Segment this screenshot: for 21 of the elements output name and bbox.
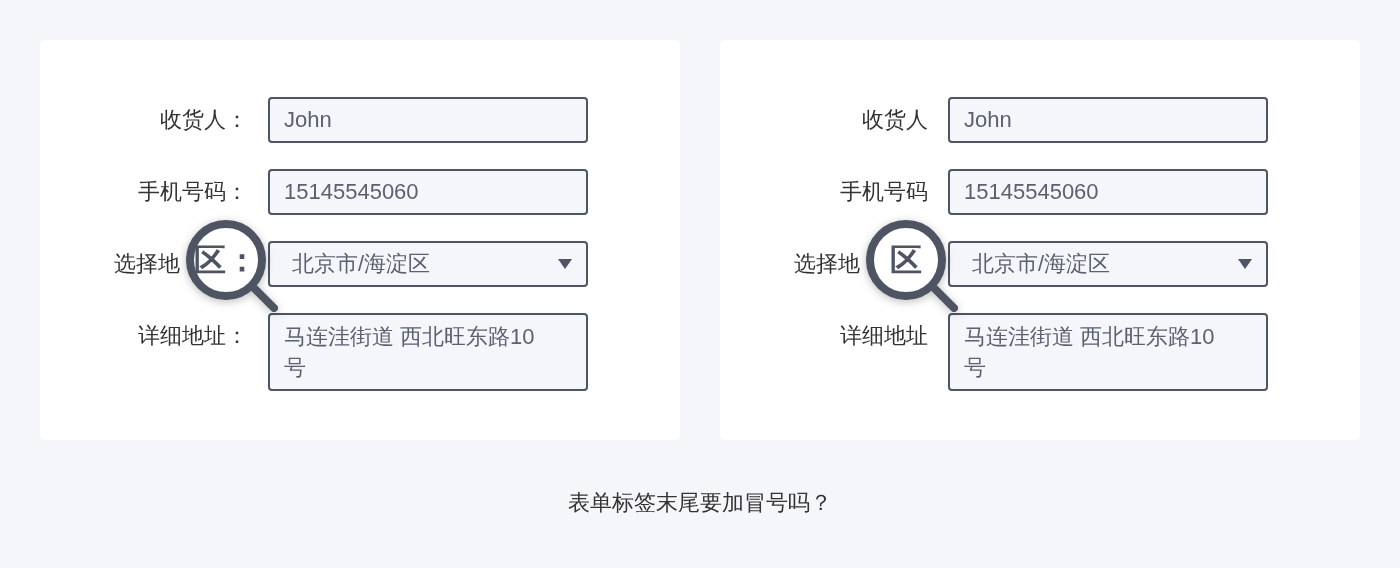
caret-icon	[558, 259, 572, 269]
field-label: 手机号码	[840, 178, 928, 206]
text-field[interactable]: John	[268, 97, 588, 143]
caption: 表单标签末尾要加冒号吗？	[568, 490, 832, 515]
region-dropdown[interactable]: 北京市/海淀区	[268, 241, 588, 287]
caret-icon	[1238, 259, 1252, 269]
address-field[interactable]: 马连洼街道 西北旺东路10号	[948, 313, 1268, 391]
text-field[interactable]: John	[948, 97, 1268, 143]
field-label: 手机号码：	[138, 178, 248, 206]
magnified-text: 区：	[193, 242, 259, 278]
text-field[interactable]: 15145545060	[268, 169, 588, 215]
region-dropdown[interactable]: 北京市/海淀区	[948, 241, 1268, 287]
address-field[interactable]: 马连洼街道 西北旺东路10号	[268, 313, 588, 391]
field-label: 选择地	[114, 250, 180, 278]
text-field[interactable]: 15145545060	[948, 169, 1268, 215]
field-label: 收货人	[862, 106, 928, 134]
field-label: 详细地址	[840, 322, 928, 350]
field-label: 选择地	[794, 250, 860, 278]
magnified-text: 区	[889, 242, 923, 278]
field-label: 详细地址：	[138, 322, 248, 350]
field-label: 收货人：	[160, 106, 248, 134]
